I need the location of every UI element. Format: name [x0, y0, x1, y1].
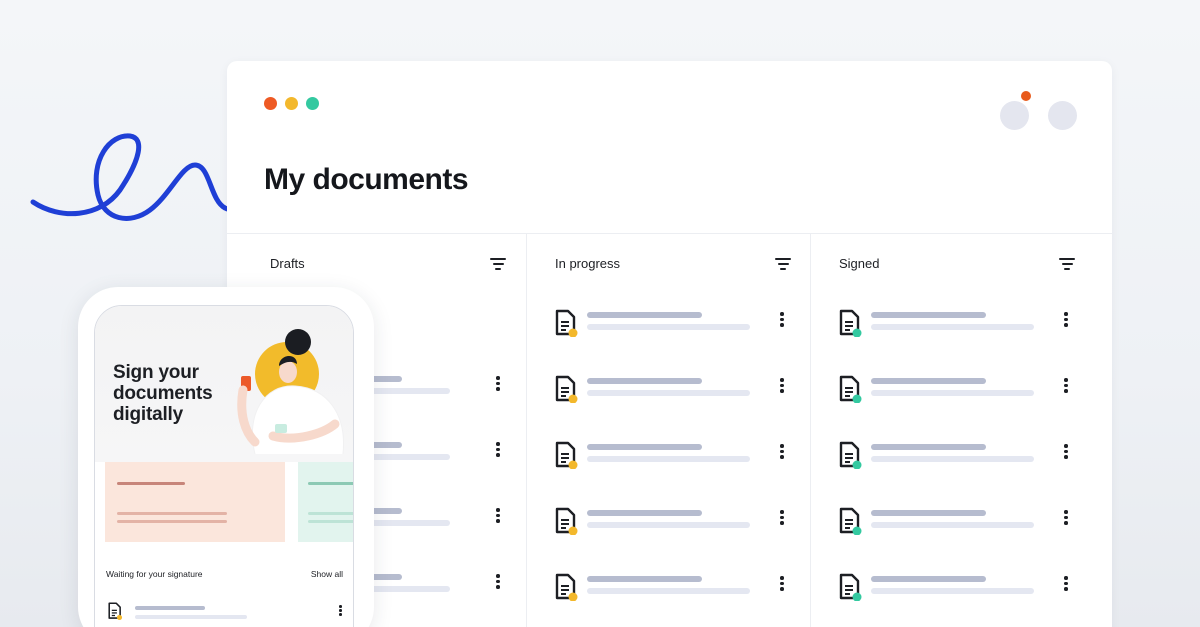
more-vertical-icon[interactable] — [496, 574, 500, 590]
user-avatars — [1000, 91, 1077, 130]
notification-badge — [1021, 91, 1031, 101]
document-row[interactable] — [811, 507, 1112, 547]
more-vertical-icon[interactable] — [1064, 378, 1068, 394]
filter-icon[interactable] — [775, 258, 791, 270]
hero-banner: Sign your documents digitally — [95, 306, 353, 462]
filter-icon[interactable] — [490, 258, 506, 270]
document-icon — [555, 309, 578, 337]
document-row[interactable] — [527, 375, 810, 415]
hero-heading: Sign your documents digitally — [113, 362, 213, 425]
maximize-dot[interactable] — [306, 97, 319, 110]
section-label: Waiting for your signature — [106, 569, 203, 579]
document-row[interactable] — [527, 441, 810, 481]
phone-mockup: Sign your documents digitally Waiting fo… — [78, 287, 374, 627]
filter-icon[interactable] — [1059, 258, 1075, 270]
document-row[interactable] — [527, 507, 810, 547]
document-row[interactable] — [527, 309, 810, 349]
person-illustration — [237, 329, 345, 454]
page-title: My documents — [264, 163, 469, 196]
column-in-progress: In progress — [526, 233, 810, 627]
document-icon — [108, 602, 123, 620]
signature-squiggle-icon — [30, 133, 250, 221]
column-header: In progress — [555, 256, 621, 271]
document-row[interactable] — [811, 441, 1112, 481]
more-vertical-icon[interactable] — [780, 510, 784, 526]
document-row[interactable] — [811, 309, 1112, 349]
document-card[interactable] — [298, 462, 353, 542]
minimize-dot[interactable] — [285, 97, 298, 110]
document-icon — [555, 441, 578, 469]
document-icon — [555, 573, 578, 601]
avatar[interactable] — [1048, 101, 1077, 130]
document-row[interactable] — [527, 573, 810, 613]
show-all-link[interactable]: Show all — [311, 569, 343, 579]
column-signed: Signed — [810, 233, 1112, 627]
document-row[interactable] — [811, 573, 1112, 613]
document-icon — [555, 375, 578, 403]
more-vertical-icon[interactable] — [1064, 576, 1068, 592]
more-vertical-icon[interactable] — [780, 576, 784, 592]
close-dot[interactable] — [264, 97, 277, 110]
more-vertical-icon[interactable] — [496, 442, 500, 458]
document-icon — [839, 573, 862, 601]
window-controls — [264, 97, 319, 110]
document-icon — [839, 309, 862, 337]
avatar[interactable] — [1000, 91, 1031, 130]
more-vertical-icon[interactable] — [1064, 312, 1068, 328]
more-vertical-icon[interactable] — [780, 312, 784, 328]
more-vertical-icon[interactable] — [780, 444, 784, 460]
more-vertical-icon[interactable] — [1064, 510, 1068, 526]
column-header: Drafts — [270, 256, 305, 271]
more-vertical-icon[interactable] — [1064, 444, 1068, 460]
document-card[interactable] — [105, 462, 285, 542]
document-icon — [839, 375, 862, 403]
document-row[interactable] — [811, 375, 1112, 415]
more-vertical-icon[interactable] — [496, 508, 500, 524]
column-header: Signed — [839, 256, 880, 271]
more-vertical-icon[interactable] — [780, 378, 784, 394]
document-icon — [839, 507, 862, 535]
document-icon — [839, 441, 862, 469]
phone-screen: Sign your documents digitally Waiting fo… — [94, 305, 354, 627]
more-vertical-icon[interactable] — [339, 605, 342, 617]
document-icon — [555, 507, 578, 535]
more-vertical-icon[interactable] — [496, 376, 500, 392]
